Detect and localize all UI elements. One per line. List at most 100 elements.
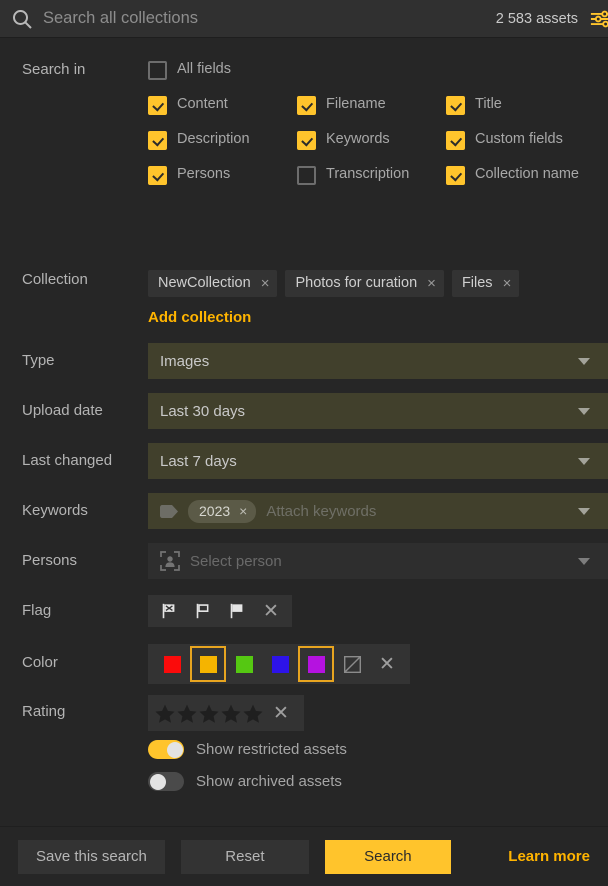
checkbox-label: Content bbox=[177, 95, 228, 114]
color-swatch-group: ✕ bbox=[148, 644, 410, 684]
rating-clear-button[interactable]: ✕ bbox=[264, 704, 298, 723]
save-this-search-button[interactable]: Save this search bbox=[18, 840, 165, 874]
keywords-label: Keywords bbox=[0, 493, 148, 521]
chip-remove-icon[interactable]: × bbox=[503, 276, 512, 291]
checkbox-description[interactable]: Description bbox=[148, 130, 297, 150]
keywords-row: Keywords 2023 × Attach keywords bbox=[0, 493, 608, 529]
rating-star-2[interactable] bbox=[177, 704, 197, 723]
last-changed-value: Last 7 days bbox=[160, 453, 237, 470]
assets-count: 2 583 assets bbox=[496, 11, 578, 27]
search-in-checkbox-grid: All fields Content Filename Title Descri… bbox=[148, 60, 608, 200]
chevron-down-icon bbox=[578, 458, 590, 465]
color-row: Color bbox=[0, 644, 608, 684]
rating-star-3[interactable] bbox=[199, 704, 219, 723]
checkbox-label: Collection name bbox=[475, 165, 579, 184]
rating-star-5[interactable] bbox=[243, 704, 263, 723]
flag-unflagged-icon[interactable] bbox=[186, 595, 220, 627]
color-swatch-purple[interactable] bbox=[298, 646, 334, 682]
checkbox-checked-icon bbox=[297, 131, 316, 150]
keyword-pill-remove-icon[interactable]: × bbox=[239, 503, 247, 519]
toggle-label: Show restricted assets bbox=[196, 741, 347, 758]
toggle-switch[interactable] bbox=[148, 740, 184, 759]
checkbox-checked-icon bbox=[297, 96, 316, 115]
rating-star-1[interactable] bbox=[155, 704, 175, 723]
flag-row: Flag bbox=[0, 595, 608, 627]
chip-remove-icon[interactable]: × bbox=[427, 276, 436, 291]
rating-star-4[interactable] bbox=[221, 704, 241, 723]
type-row: Type Images bbox=[0, 343, 608, 379]
keywords-select[interactable]: 2023 × Attach keywords bbox=[148, 493, 608, 529]
reset-button[interactable]: Reset bbox=[181, 840, 309, 874]
search-in-row: Search in All fields Content Filename T bbox=[0, 60, 608, 200]
checkbox-checked-icon bbox=[446, 131, 465, 150]
collection-chip[interactable]: Photos for curation × bbox=[285, 270, 443, 297]
color-swatch-green[interactable] bbox=[226, 646, 262, 682]
upload-date-label: Upload date bbox=[0, 393, 148, 421]
search-button[interactable]: Search bbox=[325, 840, 451, 874]
checkbox-label: All fields bbox=[177, 60, 231, 79]
upload-date-select[interactable]: Last 30 days bbox=[148, 393, 608, 429]
color-clear-button[interactable]: ✕ bbox=[370, 655, 404, 674]
persons-placeholder: Select person bbox=[190, 553, 282, 570]
chip-label: Photos for curation bbox=[295, 275, 417, 291]
type-value: Images bbox=[160, 353, 209, 370]
checkbox-label: Persons bbox=[177, 165, 230, 184]
add-collection-link[interactable]: Add collection bbox=[148, 309, 251, 326]
tag-icon bbox=[160, 505, 178, 518]
checkbox-title[interactable]: Title bbox=[446, 95, 595, 115]
search-filters-panel: Search in All fields Content Filename T bbox=[0, 38, 608, 886]
checkbox-all-fields[interactable]: All fields bbox=[148, 60, 608, 80]
rating-star-group: ✕ bbox=[148, 695, 304, 731]
chevron-down-icon bbox=[578, 408, 590, 415]
last-changed-row: Last changed Last 7 days bbox=[0, 443, 608, 479]
search-input[interactable] bbox=[43, 9, 496, 28]
flag-clear-button[interactable]: ✕ bbox=[254, 602, 288, 621]
flag-flagged-icon[interactable] bbox=[220, 595, 254, 627]
last-changed-select[interactable]: Last 7 days bbox=[148, 443, 608, 479]
checkbox-custom-fields[interactable]: Custom fields bbox=[446, 130, 595, 150]
type-select[interactable]: Images bbox=[148, 343, 608, 379]
flag-rejected-icon[interactable] bbox=[152, 595, 186, 627]
collection-chip[interactable]: NewCollection × bbox=[148, 270, 277, 297]
collection-row: Collection NewCollection × Photos for cu… bbox=[0, 270, 608, 327]
chip-label: NewCollection bbox=[158, 275, 251, 291]
keyword-pill-label: 2023 bbox=[199, 503, 230, 519]
checkbox-keywords[interactable]: Keywords bbox=[297, 130, 446, 150]
filter-sliders-icon[interactable] bbox=[590, 7, 608, 31]
checkbox-label: Filename bbox=[326, 95, 386, 114]
footer-action-bar: Save this search Reset Search Learn more bbox=[0, 826, 608, 886]
checkbox-checked-icon bbox=[446, 166, 465, 185]
color-swatch-blue[interactable] bbox=[262, 646, 298, 682]
collection-chip[interactable]: Files × bbox=[452, 270, 519, 297]
checkbox-label: Custom fields bbox=[475, 130, 563, 149]
chevron-down-icon bbox=[578, 358, 590, 365]
checkbox-persons[interactable]: Persons bbox=[148, 165, 297, 185]
checkbox-label: Keywords bbox=[326, 130, 390, 149]
checkbox-filename[interactable]: Filename bbox=[297, 95, 446, 115]
checkbox-label: Description bbox=[177, 130, 250, 149]
keyword-pill[interactable]: 2023 × bbox=[188, 500, 256, 523]
persons-label: Persons bbox=[0, 543, 148, 571]
chevron-down-icon bbox=[578, 558, 590, 565]
checkbox-label: Title bbox=[475, 95, 502, 114]
checkbox-checked-icon bbox=[148, 131, 167, 150]
learn-more-link[interactable]: Learn more bbox=[508, 848, 590, 865]
color-swatch-yellow[interactable] bbox=[190, 646, 226, 682]
color-swatch-none[interactable] bbox=[334, 646, 370, 682]
checkbox-transcription[interactable]: Transcription bbox=[297, 165, 446, 185]
chip-remove-icon[interactable]: × bbox=[261, 276, 270, 291]
toggle-show-archived-assets[interactable]: Show archived assets bbox=[148, 772, 347, 791]
toggle-show-restricted-assets[interactable]: Show restricted assets bbox=[148, 740, 347, 759]
persons-select[interactable]: Select person bbox=[148, 543, 608, 579]
upload-date-value: Last 30 days bbox=[160, 403, 245, 420]
checkbox-checked-icon bbox=[148, 96, 167, 115]
upload-date-row: Upload date Last 30 days bbox=[0, 393, 608, 429]
toggle-switch[interactable] bbox=[148, 772, 184, 791]
chevron-down-icon bbox=[578, 508, 590, 515]
keywords-placeholder: Attach keywords bbox=[266, 503, 376, 520]
collection-label: Collection bbox=[0, 270, 148, 290]
checkbox-checked-icon bbox=[148, 166, 167, 185]
color-swatch-red[interactable] bbox=[154, 646, 190, 682]
checkbox-content[interactable]: Content bbox=[148, 95, 297, 115]
checkbox-collection-name[interactable]: Collection name bbox=[446, 165, 595, 185]
